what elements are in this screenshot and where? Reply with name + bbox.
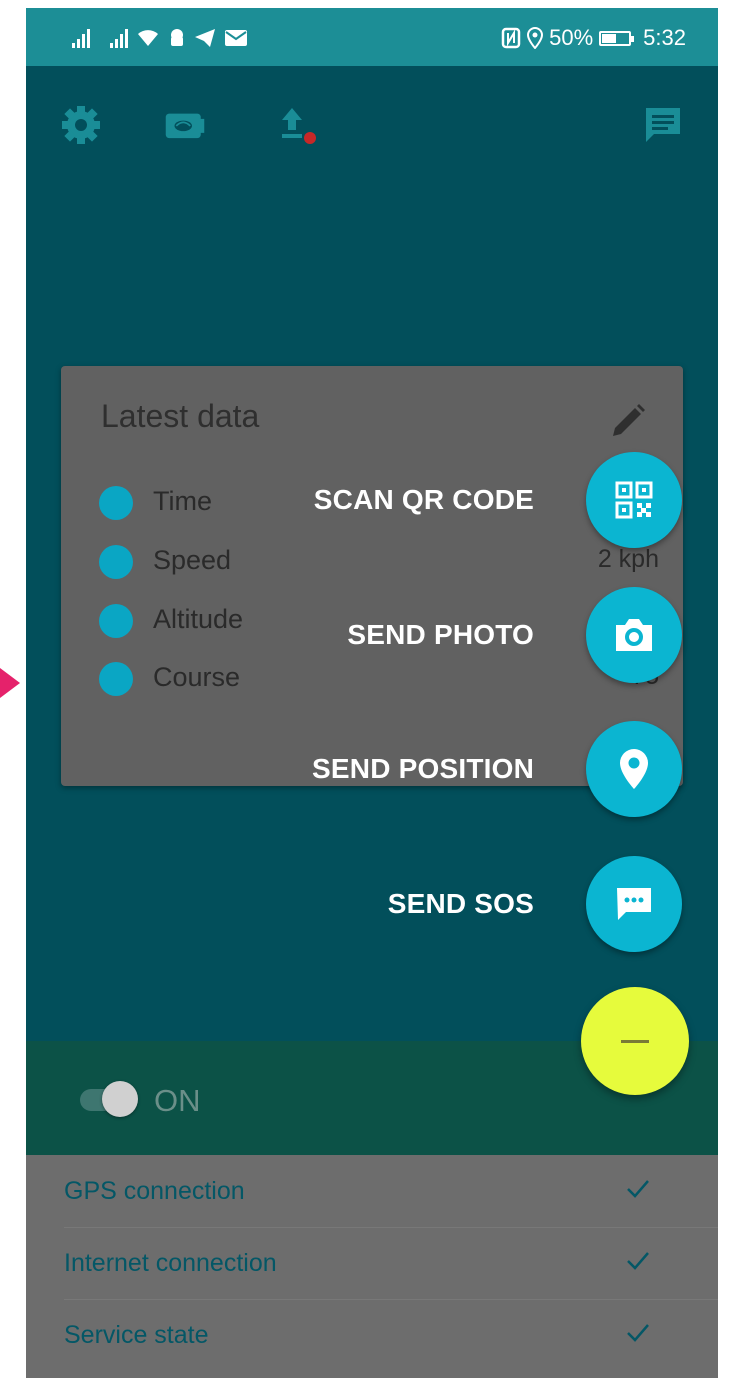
status-right: 50% 5:32 (501, 24, 686, 52)
battery-percent: 50% (549, 25, 594, 50)
data-label: Altitude (153, 604, 244, 634)
status-item-internet: Internet connection (64, 1227, 718, 1300)
camera-icon[interactable] (586, 587, 682, 683)
switch-thumb[interactable] (102, 1081, 138, 1117)
location-pin-icon[interactable] (586, 721, 682, 817)
status-item-gps: GPS connection (64, 1155, 718, 1228)
check-icon (627, 1180, 649, 1198)
fab-send-position[interactable]: SEND POSITION (312, 721, 682, 817)
mail-icon (225, 30, 247, 46)
fab-label[interactable]: SEND SOS (388, 888, 534, 920)
fab-label[interactable]: SEND PHOTO (347, 619, 534, 651)
telegram-icon (195, 29, 215, 47)
qr-code-icon[interactable] (586, 452, 682, 548)
status-list: GPS connection Internet connection Servi… (26, 1155, 718, 1378)
data-row-speed: Speed 2 kph (99, 543, 659, 583)
data-label: Time (153, 486, 212, 516)
fab-scan-qr[interactable]: SCAN QR CODE (314, 452, 682, 548)
nfc-icon (501, 27, 521, 49)
pointer-arrow (0, 668, 20, 698)
fab-send-sos[interactable]: SEND SOS (388, 856, 682, 952)
fab-send-photo[interactable]: SEND PHOTO (347, 587, 682, 683)
minus-icon (621, 1039, 649, 1043)
battery-icon (599, 30, 635, 46)
message-icon[interactable] (586, 856, 682, 952)
compass-icon (99, 662, 133, 696)
fab-label[interactable]: SCAN QR CODE (314, 484, 534, 516)
signal-icon (110, 28, 128, 48)
chat-icon[interactable] (642, 104, 684, 146)
status-item-service: Service state (64, 1299, 718, 1371)
status-bar: 50% 5:32 (26, 8, 718, 66)
edit-icon[interactable] (609, 402, 647, 440)
location-icon (527, 27, 544, 49)
tracking-switch[interactable] (80, 1081, 138, 1117)
upload-icon[interactable] (278, 104, 320, 146)
mountain-icon (99, 604, 133, 638)
status-label: Service state (64, 1321, 209, 1349)
data-value: 2 kph (597, 545, 659, 573)
status-label: Internet connection (64, 1249, 277, 1277)
check-icon (627, 1252, 649, 1270)
settings-icon[interactable] (60, 104, 102, 146)
status-label: GPS connection (64, 1177, 245, 1205)
data-label: Speed (153, 545, 232, 575)
clock-icon (99, 486, 133, 520)
android-icon (171, 29, 183, 46)
toggle-label: ON (154, 1083, 201, 1118)
phone-screen: 50% 5:32 Latest data Time Speed 2 kph Al… (26, 8, 718, 1378)
speedometer-icon (99, 545, 133, 579)
status-left (72, 24, 248, 52)
fab-label[interactable]: SEND POSITION (312, 753, 534, 785)
signal-icon (72, 28, 90, 48)
check-icon (627, 1324, 649, 1342)
card-title: Latest data (101, 398, 260, 434)
fab-main-close[interactable] (581, 987, 689, 1095)
camera-icon[interactable] (164, 104, 206, 146)
wifi-icon (138, 30, 158, 46)
data-label: Course (153, 662, 241, 692)
clock-time: 5:32 (643, 25, 686, 50)
